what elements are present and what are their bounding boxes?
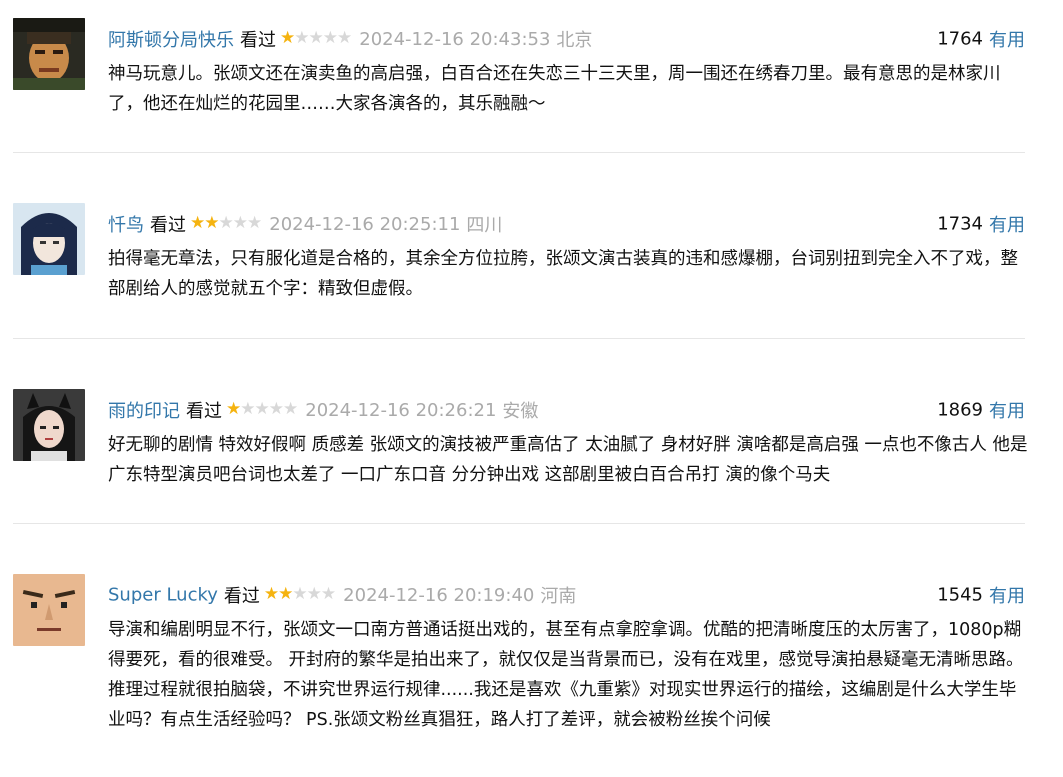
- avatar[interactable]: [13, 574, 85, 646]
- watch-status: 看过: [150, 215, 186, 236]
- comment-time: 2024-12-16 20:25:11: [269, 213, 461, 235]
- star-filled-icon: ★: [280, 28, 295, 48]
- username-link[interactable]: 阿斯顿分局快乐: [108, 30, 234, 51]
- rating-stars: ★★★★★: [190, 213, 262, 233]
- star-empty-icon: ★: [292, 584, 307, 604]
- comment-text: 拍得毫无章法，只有服化道是合格的，其余全方位拉胯，张颂文演古装真的违和感爆棚，台…: [108, 249, 1018, 299]
- comment-text: 神马玩意儿。张颂文还在演卖鱼的高启强，白百合还在失恋三十三天里，周一围还在绣春刀…: [108, 64, 1001, 114]
- useful-button[interactable]: 有用: [989, 401, 1025, 422]
- username-link[interactable]: 雨的印记: [108, 401, 180, 422]
- avatar-image: [13, 203, 85, 275]
- star-empty-icon: ★: [247, 213, 262, 233]
- watch-status: 看过: [223, 586, 260, 607]
- avatar[interactable]: [13, 389, 85, 461]
- username-link[interactable]: Super Lucky: [108, 585, 218, 606]
- star-empty-icon: ★: [308, 28, 324, 48]
- comment-text: 好无聊的剧情 特效好假啊 质感差 张颂文的演技被严重高估了 太油腻了 身材好胖 …: [108, 435, 1028, 485]
- star-filled-icon: ★: [226, 399, 241, 419]
- comment-header: 阿斯顿分局快乐 看过 ★★★★★ 2024-12-16 20:43:53 北京: [108, 26, 1025, 51]
- avatar-image: [13, 389, 85, 461]
- star-empty-icon: ★: [306, 584, 322, 604]
- divider: [13, 152, 1025, 153]
- vote-area: 1545 有用: [937, 582, 1025, 608]
- avatar-image: [13, 18, 85, 90]
- comment-location: 安徽: [502, 401, 539, 422]
- comment-header: Super Lucky 看过 ★★★★★ 2024-12-16 20:19:40 河南: [108, 582, 1025, 607]
- star-empty-icon: ★: [322, 28, 338, 48]
- star-empty-icon: ★: [232, 213, 248, 233]
- star-empty-icon: ★: [218, 213, 234, 233]
- rating-stars: ★★★★★: [280, 28, 352, 48]
- vote-count: 1734: [937, 213, 983, 235]
- watch-status: 看过: [240, 30, 276, 51]
- comment-location: 北京: [556, 30, 593, 51]
- star-filled-icon: ★: [263, 584, 279, 604]
- vote-count: 1545: [937, 584, 983, 606]
- useful-button[interactable]: 有用: [989, 30, 1025, 51]
- star-empty-icon: ★: [294, 28, 309, 48]
- comment-location: 河南: [540, 586, 577, 607]
- useful-button[interactable]: 有用: [989, 215, 1025, 236]
- username-link[interactable]: 忏鸟: [108, 215, 144, 236]
- comment-header: 忏鸟 看过 ★★★★★ 2024-12-16 20:25:11 四川: [108, 211, 1025, 236]
- avatar[interactable]: [13, 18, 85, 90]
- star-empty-icon: ★: [283, 399, 298, 419]
- star-filled-icon: ★: [204, 213, 219, 233]
- star-filled-icon: ★: [190, 213, 205, 233]
- avatar-image: [13, 574, 85, 646]
- star-empty-icon: ★: [268, 399, 284, 419]
- star-empty-icon: ★: [320, 584, 336, 604]
- comment-time: 2024-12-16 20:26:21: [305, 399, 497, 421]
- vote-count: 1764: [937, 28, 983, 50]
- vote-area: 1764 有用: [937, 26, 1025, 52]
- comment-header: 雨的印记 看过 ★★★★★ 2024-12-16 20:26:21 安徽: [108, 397, 1025, 422]
- divider: [13, 523, 1025, 524]
- star-empty-icon: ★: [240, 399, 255, 419]
- divider: [13, 338, 1025, 339]
- avatar[interactable]: [13, 203, 85, 275]
- rating-stars: ★★★★★: [263, 584, 336, 604]
- vote-area: 1869 有用: [937, 397, 1025, 423]
- comment-time: 2024-12-16 20:19:40: [343, 584, 535, 606]
- useful-button[interactable]: 有用: [989, 586, 1025, 607]
- comment-text: 导演和编剧明显不行，张颂文一口南方普通话挺出戏的，甚至有点拿腔拿调。优酷的把清晰…: [108, 620, 1024, 730]
- comment-location: 四川: [466, 215, 503, 236]
- star-empty-icon: ★: [337, 28, 352, 48]
- watch-status: 看过: [186, 401, 222, 422]
- vote-area: 1734 有用: [937, 211, 1025, 237]
- star-filled-icon: ★: [278, 584, 293, 604]
- comment-time: 2024-12-16 20:43:53: [359, 28, 551, 50]
- vote-count: 1869: [937, 399, 983, 421]
- star-empty-icon: ★: [254, 399, 270, 419]
- rating-stars: ★★★★★: [226, 399, 298, 419]
